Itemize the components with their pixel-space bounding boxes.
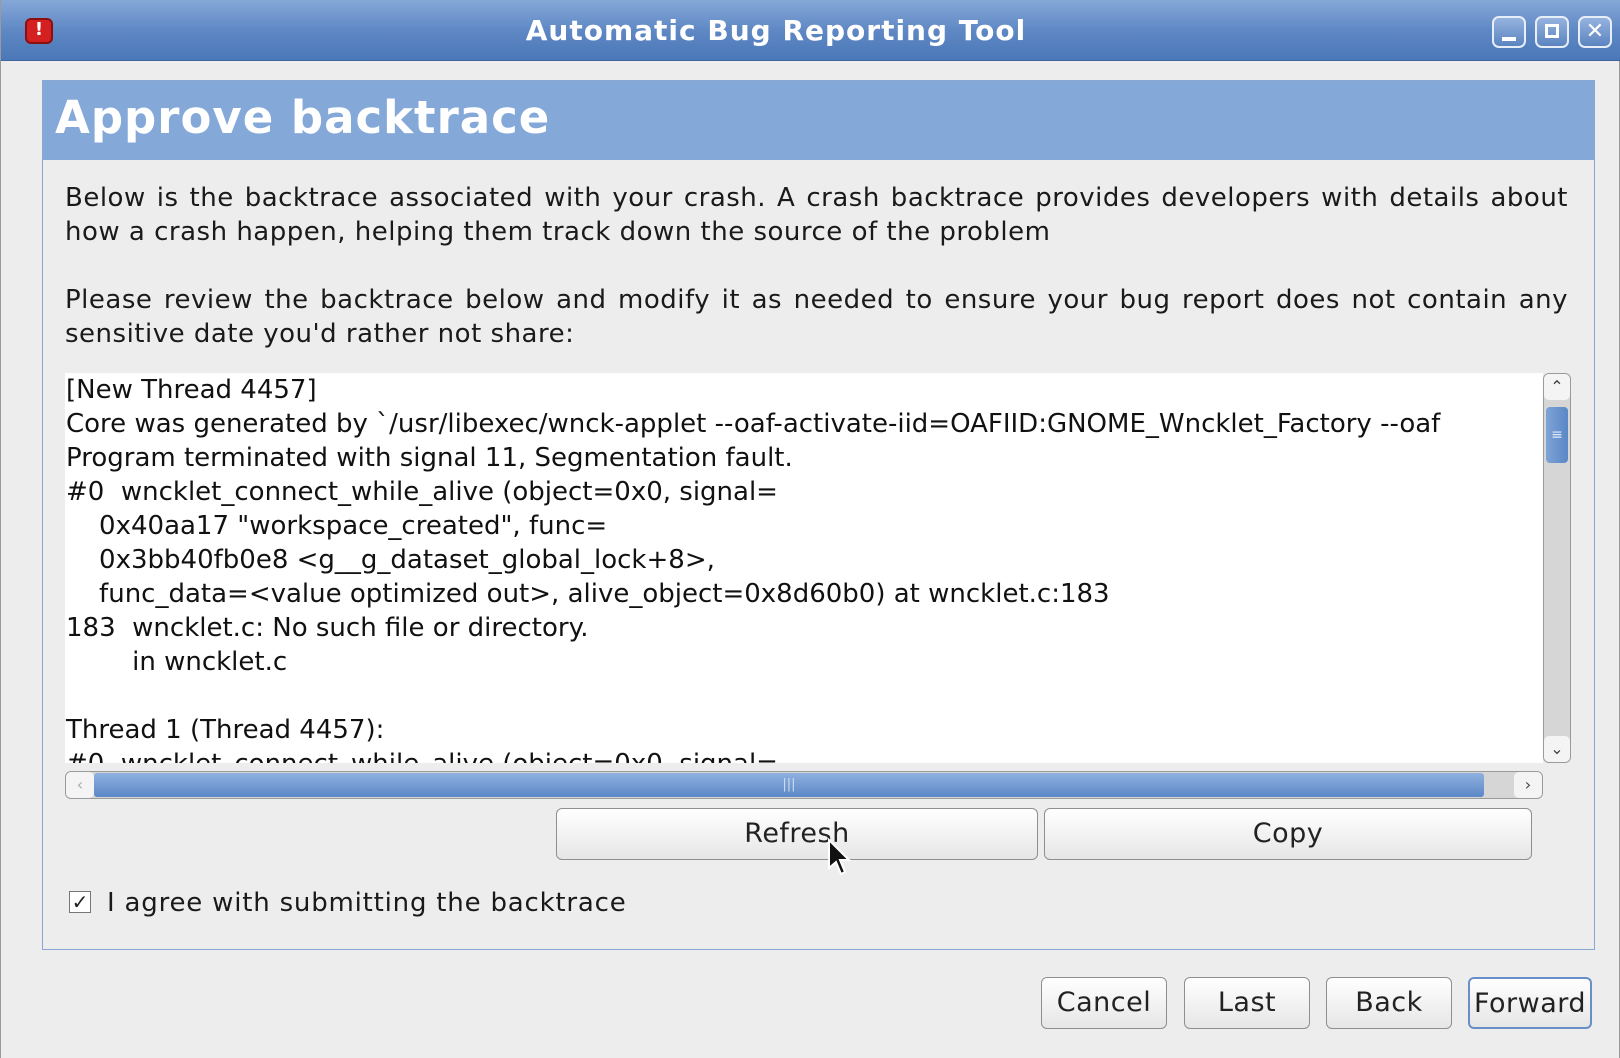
scroll-up-icon[interactable]: ⌃ [1544, 374, 1570, 400]
refresh-button[interactable]: Refresh [556, 808, 1038, 860]
vertical-scroll-thumb[interactable]: ≡ [1546, 407, 1568, 463]
minimize-button[interactable] [1492, 16, 1526, 48]
app-window: Automatic Bug Reporting Tool ✕ Approve b… [0, 0, 1620, 1058]
backtrace-textarea[interactable]: [New Thread 4457] Core was generated by … [65, 373, 1543, 763]
forward-button[interactable]: Forward [1468, 977, 1592, 1029]
horizontal-scrollbar[interactable]: ‹ ||| › [65, 771, 1543, 799]
close-icon: ✕ [1585, 19, 1605, 44]
scroll-down-icon[interactable]: ⌄ [1544, 736, 1570, 762]
title-bar[interactable]: Automatic Bug Reporting Tool ✕ [1, 0, 1620, 61]
backtrace-text[interactable]: [New Thread 4457] Core was generated by … [66, 373, 1440, 763]
agree-checkbox[interactable]: ✓ [69, 891, 91, 913]
cancel-button[interactable]: Cancel [1041, 977, 1167, 1029]
description-text: Below is the backtrace associated with y… [65, 183, 1568, 247]
minimize-icon [1502, 37, 1516, 41]
last-button[interactable]: Last [1184, 977, 1310, 1029]
horizontal-scroll-thumb[interactable]: ||| [94, 773, 1484, 797]
window-title: Automatic Bug Reporting Tool [525, 14, 1027, 47]
copy-button[interactable]: Copy [1044, 808, 1532, 860]
close-button[interactable]: ✕ [1578, 16, 1612, 48]
scroll-right-icon[interactable]: › [1514, 772, 1542, 798]
review-note-text: Please review the backtrace below and mo… [65, 285, 1568, 349]
maximize-button[interactable] [1535, 16, 1569, 48]
content-panel: Approve backtrace Below is the backtrace… [42, 80, 1595, 950]
scroll-left-icon[interactable]: ‹ [66, 772, 94, 798]
vertical-scrollbar[interactable]: ⌃ ≡ ⌄ [1543, 373, 1571, 763]
maximize-icon [1545, 24, 1559, 38]
page-title: Approve backtrace [55, 91, 551, 144]
mouse-pointer-icon [828, 838, 852, 876]
back-button[interactable]: Back [1326, 977, 1452, 1029]
page-header: Approve backtrace [43, 81, 1594, 160]
agree-label[interactable]: I agree with submitting the backtrace [107, 886, 627, 920]
